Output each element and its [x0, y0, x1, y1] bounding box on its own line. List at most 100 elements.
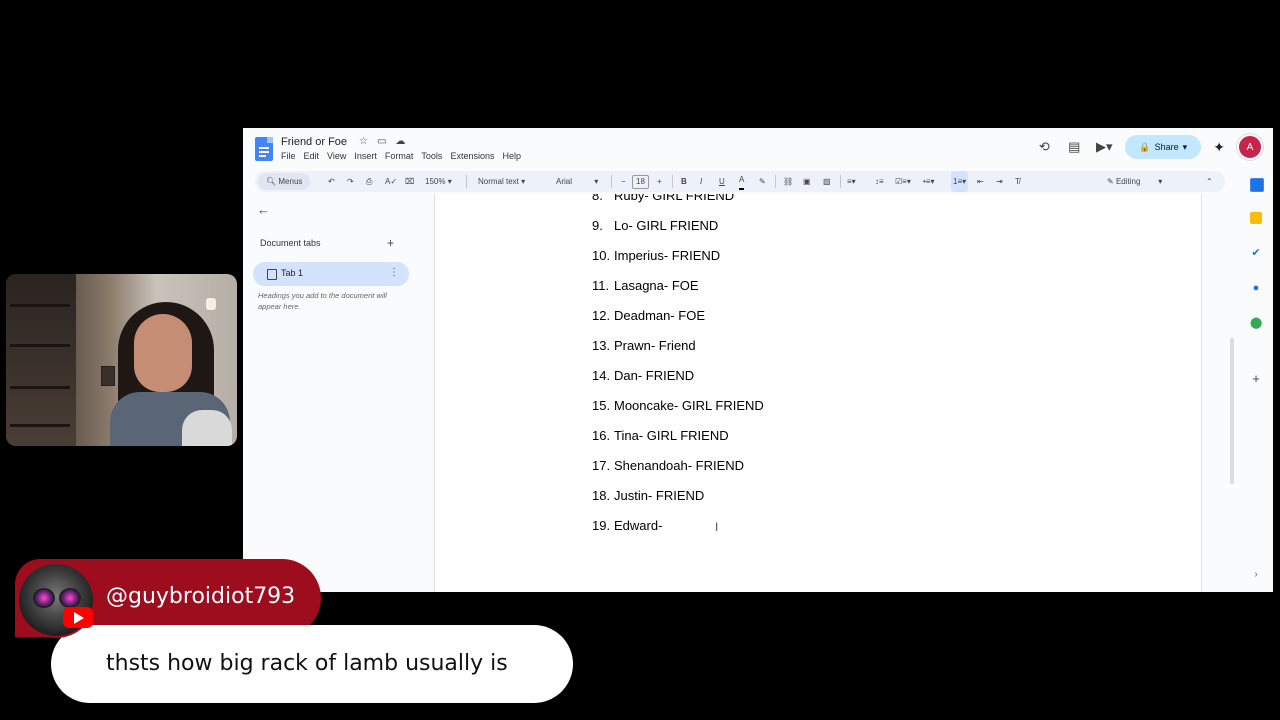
list-number: 12.: [592, 308, 611, 323]
list-item[interactable]: 18. Justin- FRIEND: [592, 488, 704, 503]
list-number: 15.: [592, 398, 611, 413]
text-color-icon[interactable]: A: [739, 171, 745, 190]
list-number: 17.: [592, 458, 611, 473]
paint-format-icon[interactable]: ⌧: [405, 171, 414, 192]
menu-help[interactable]: Help: [502, 151, 521, 161]
menu-file[interactable]: File: [281, 151, 296, 161]
menus-search-label: Menus: [278, 177, 303, 186]
menus-search[interactable]: 🔍︎ Menus: [258, 173, 311, 190]
comments-icon[interactable]: ▤: [1065, 139, 1083, 155]
line-spacing-icon[interactable]: ↕≡: [875, 171, 884, 192]
move-folder-icon[interactable]: ▭: [377, 136, 386, 147]
version-history-icon[interactable]: ⟲: [1035, 139, 1053, 155]
increase-indent-icon[interactable]: ⇥: [996, 171, 1003, 192]
list-item[interactable]: 8. Ruby- GIRL FRIEND: [592, 194, 734, 203]
bulleted-list-icon[interactable]: •≡▾: [923, 171, 934, 192]
tab-1-label: Tab 1: [281, 268, 304, 278]
print-icon[interactable]: ⎙: [366, 171, 372, 192]
document-tabs-panel: ← Document tabs + . Tab 1 ⋮ Headings you…: [243, 194, 433, 592]
add-addon-icon[interactable]: +: [1250, 372, 1262, 385]
vertical-scrollbar[interactable]: [1230, 338, 1234, 484]
menu-insert[interactable]: Insert: [354, 151, 377, 161]
add-comment-icon[interactable]: ▣: [803, 171, 811, 192]
list-text: Lasagna- FOE: [614, 278, 699, 293]
cloud-status-icon[interactable]: ☁: [395, 136, 405, 147]
list-item[interactable]: 16. Tina- GIRL FRIEND: [592, 428, 729, 443]
list-item[interactable]: 10. Imperius- FRIEND: [592, 248, 720, 263]
meet-icon[interactable]: ▶▾: [1095, 139, 1113, 155]
chevron-down-icon[interactable]: ▾: [1183, 142, 1188, 153]
list-number: 13.: [592, 338, 611, 353]
spellcheck-icon[interactable]: A✓: [385, 171, 397, 192]
lock-icon: 🔒: [1139, 141, 1151, 152]
contacts-icon[interactable]: ●: [1250, 282, 1262, 294]
avatar-eye-left: [33, 588, 55, 608]
docs-logo-icon[interactable]: [255, 137, 273, 161]
share-button[interactable]: 🔒 Share ▾: [1125, 135, 1202, 159]
decrease-font-size-icon[interactable]: −: [621, 171, 626, 192]
list-item[interactable]: 13. Prawn- Friend: [592, 338, 696, 353]
youtube-icon: [63, 607, 93, 628]
list-item[interactable]: 15. Mooncake- GIRL FRIEND: [592, 398, 764, 413]
google-docs-window: Friend or Foe ☆ ▭ ☁ File Edit View Inser…: [243, 128, 1273, 592]
document-page[interactable]: 8. Ruby- GIRL FRIEND 9. Lo- GIRL FRIEND 10…: [434, 194, 1202, 592]
list-text: Edward-: [614, 518, 663, 533]
increase-font-size-icon[interactable]: +: [657, 171, 662, 192]
tab-doc-icon: .: [267, 269, 277, 280]
link-icon[interactable]: ⛓: [783, 171, 793, 192]
keep-icon[interactable]: [1250, 212, 1262, 224]
list-text: Lo- GIRL FRIEND: [614, 218, 719, 233]
menu-extensions[interactable]: Extensions: [450, 151, 494, 161]
document-tabs-label: Document tabs: [260, 238, 321, 248]
list-number: 18.: [592, 488, 611, 503]
microphone: [182, 410, 232, 446]
list-text: Deadman- FOE: [614, 308, 706, 323]
font-size-input[interactable]: 18: [632, 175, 649, 189]
list-item[interactable]: 19. Edward-: [592, 518, 662, 533]
editing-mode-select[interactable]: ✎ Editing ▾: [1107, 171, 1162, 192]
clear-formatting-icon[interactable]: T̸: [1015, 171, 1020, 192]
list-item[interactable]: 9. Lo- GIRL FRIEND: [592, 218, 718, 233]
webcam-feed: [6, 274, 237, 446]
checklist-icon[interactable]: ☑≡▾: [895, 171, 911, 192]
bold-icon[interactable]: B: [681, 171, 687, 192]
more-options-icon[interactable]: ⋮: [389, 267, 399, 278]
insert-image-icon[interactable]: ▨: [823, 171, 831, 192]
menu-format[interactable]: Format: [385, 151, 414, 161]
underline-icon[interactable]: U: [719, 171, 725, 192]
gemini-icon[interactable]: ✦: [1213, 139, 1225, 156]
back-arrow-icon[interactable]: ←: [257, 202, 270, 217]
menu-edit[interactable]: Edit: [304, 151, 320, 161]
style-select[interactable]: Normal text ▾: [478, 171, 525, 192]
menu-tools[interactable]: Tools: [421, 151, 442, 161]
maps-icon[interactable]: ⬤: [1250, 317, 1262, 329]
account-avatar[interactable]: A: [1237, 134, 1263, 160]
list-item[interactable]: 17. Shenandoah- FRIEND: [592, 458, 744, 473]
font-select[interactable]: Arial ▾: [556, 171, 598, 192]
highlight-icon[interactable]: ✎: [759, 171, 766, 192]
add-tab-icon[interactable]: +: [387, 236, 394, 250]
list-item[interactable]: 11. Lasagna- FOE: [592, 278, 699, 293]
list-item[interactable]: 14. Dan- FRIEND: [592, 368, 694, 383]
collapse-toolbar-icon[interactable]: ⌃: [1206, 171, 1213, 192]
list-text: Ruby- GIRL FRIEND: [614, 194, 735, 203]
numbered-list-icon[interactable]: 1≡▾: [951, 171, 969, 192]
calendar-icon[interactable]: [1250, 178, 1264, 192]
italic-icon[interactable]: I: [700, 171, 702, 192]
decrease-indent-icon[interactable]: ⇤: [977, 171, 984, 192]
document-title[interactable]: Friend or Foe: [281, 136, 347, 148]
editing-mode-label: Editing: [1115, 177, 1141, 186]
list-number: 11.: [592, 278, 610, 293]
redo-icon[interactable]: ↷: [347, 171, 354, 192]
undo-icon[interactable]: ↶: [328, 171, 335, 192]
zoom-select[interactable]: 150% ▾: [425, 171, 452, 192]
list-text: Mooncake- GIRL FRIEND: [614, 398, 764, 413]
align-left-icon[interactable]: ≡▾: [847, 171, 856, 192]
zoom-value: 150%: [425, 177, 446, 186]
menu-view[interactable]: View: [327, 151, 346, 161]
tab-1[interactable]: . Tab 1 ⋮: [253, 262, 409, 286]
tasks-icon[interactable]: ✔: [1250, 247, 1262, 259]
list-item[interactable]: 12. Deadman- FOE: [592, 308, 705, 323]
star-icon[interactable]: ☆: [359, 136, 368, 147]
chevron-right-icon[interactable]: ›: [1250, 569, 1262, 581]
